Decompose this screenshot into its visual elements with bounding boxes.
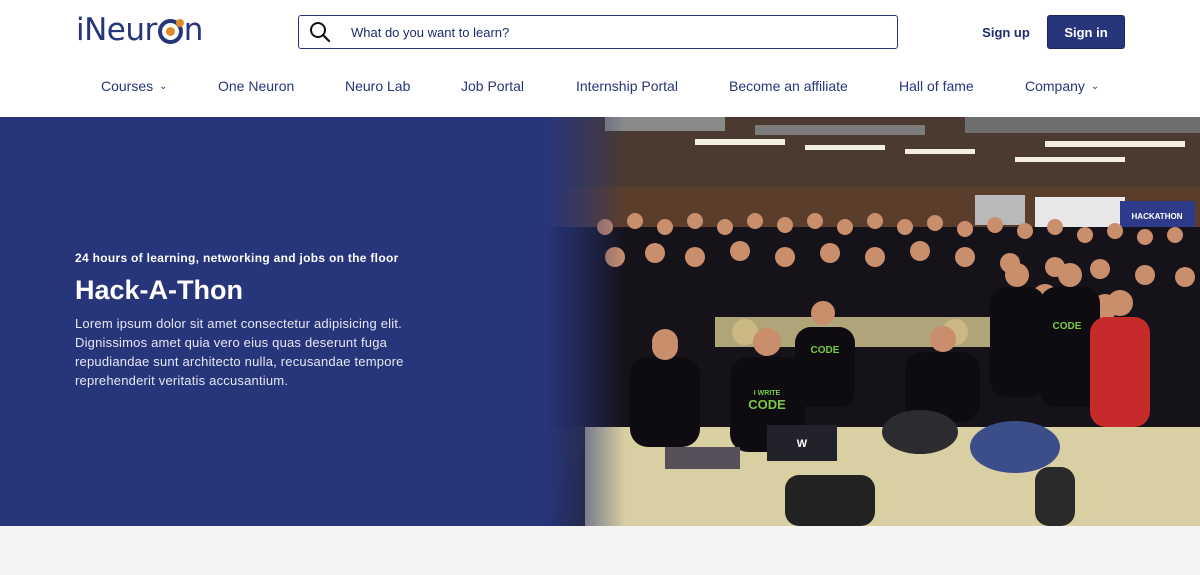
logo-text-end: n bbox=[183, 12, 204, 48]
laptop-logo: W bbox=[797, 438, 808, 450]
nav-item-internship-portal[interactable]: Internship Portal bbox=[576, 70, 678, 102]
nav-item-become-affiliate[interactable]: Become an affiliate bbox=[729, 70, 848, 102]
nav-item-hall-of-fame[interactable]: Hall of fame bbox=[899, 70, 974, 102]
hero-banner: HACKATHON I WRITE CODE CODE CODE W 24 ho… bbox=[0, 117, 1200, 526]
logo-text-start: iNeur bbox=[76, 12, 157, 48]
logo-o-icon bbox=[157, 18, 184, 44]
hero-description: Lorem ipsum dolor sit amet consectetur a… bbox=[75, 316, 404, 388]
banner-text: HACKATHON bbox=[1132, 212, 1183, 221]
shirt-text-small: I WRITE bbox=[754, 390, 781, 397]
shirt-text-large: CODE bbox=[1053, 321, 1082, 332]
sign-up-link[interactable]: Sign up bbox=[976, 22, 1036, 44]
hero-gradient-overlay bbox=[545, 117, 625, 526]
nav-item-one-neuron[interactable]: One Neuron bbox=[218, 70, 294, 102]
main-nav: Courses ⌄ One Neuron Neuro Lab Job Portal… bbox=[0, 70, 1200, 102]
ineuron-logo[interactable]: iNeur n bbox=[76, 12, 203, 48]
hero-title: Hack-A-Thon bbox=[75, 275, 243, 305]
chevron-down-icon: ⌄ bbox=[159, 81, 168, 92]
nav-item-job-portal[interactable]: Job Portal bbox=[461, 70, 524, 102]
hero-eyebrow: 24 hours of learning, networking and job… bbox=[75, 251, 399, 265]
nav-label: Courses bbox=[101, 78, 154, 94]
hackathon-photo-illustration: HACKATHON I WRITE CODE CODE CODE W bbox=[545, 117, 1200, 526]
hero-text-block: 24 hours of learning, networking and job… bbox=[75, 251, 435, 390]
shirt-text-large: CODE bbox=[811, 345, 840, 356]
nav-item-company[interactable]: Company ⌄ bbox=[1025, 70, 1099, 102]
sign-in-button[interactable]: Sign in bbox=[1047, 15, 1125, 49]
chevron-down-icon: ⌄ bbox=[1090, 81, 1100, 92]
search-input[interactable] bbox=[351, 17, 897, 47]
search-bar bbox=[298, 15, 898, 49]
search-icon[interactable] bbox=[309, 21, 331, 43]
shirt-text-large: CODE bbox=[748, 397, 786, 412]
header: iNeur n Sign up Sign in Courses ⌄ One Neu… bbox=[0, 0, 1200, 117]
nav-label: Company bbox=[1025, 78, 1085, 94]
hackathon-group-photo: HACKATHON I WRITE CODE CODE CODE W bbox=[545, 117, 1200, 526]
nav-item-neuro-lab[interactable]: Neuro Lab bbox=[345, 70, 410, 102]
page-content-area bbox=[0, 526, 1200, 575]
nav-item-courses[interactable]: Courses ⌄ bbox=[101, 70, 168, 102]
